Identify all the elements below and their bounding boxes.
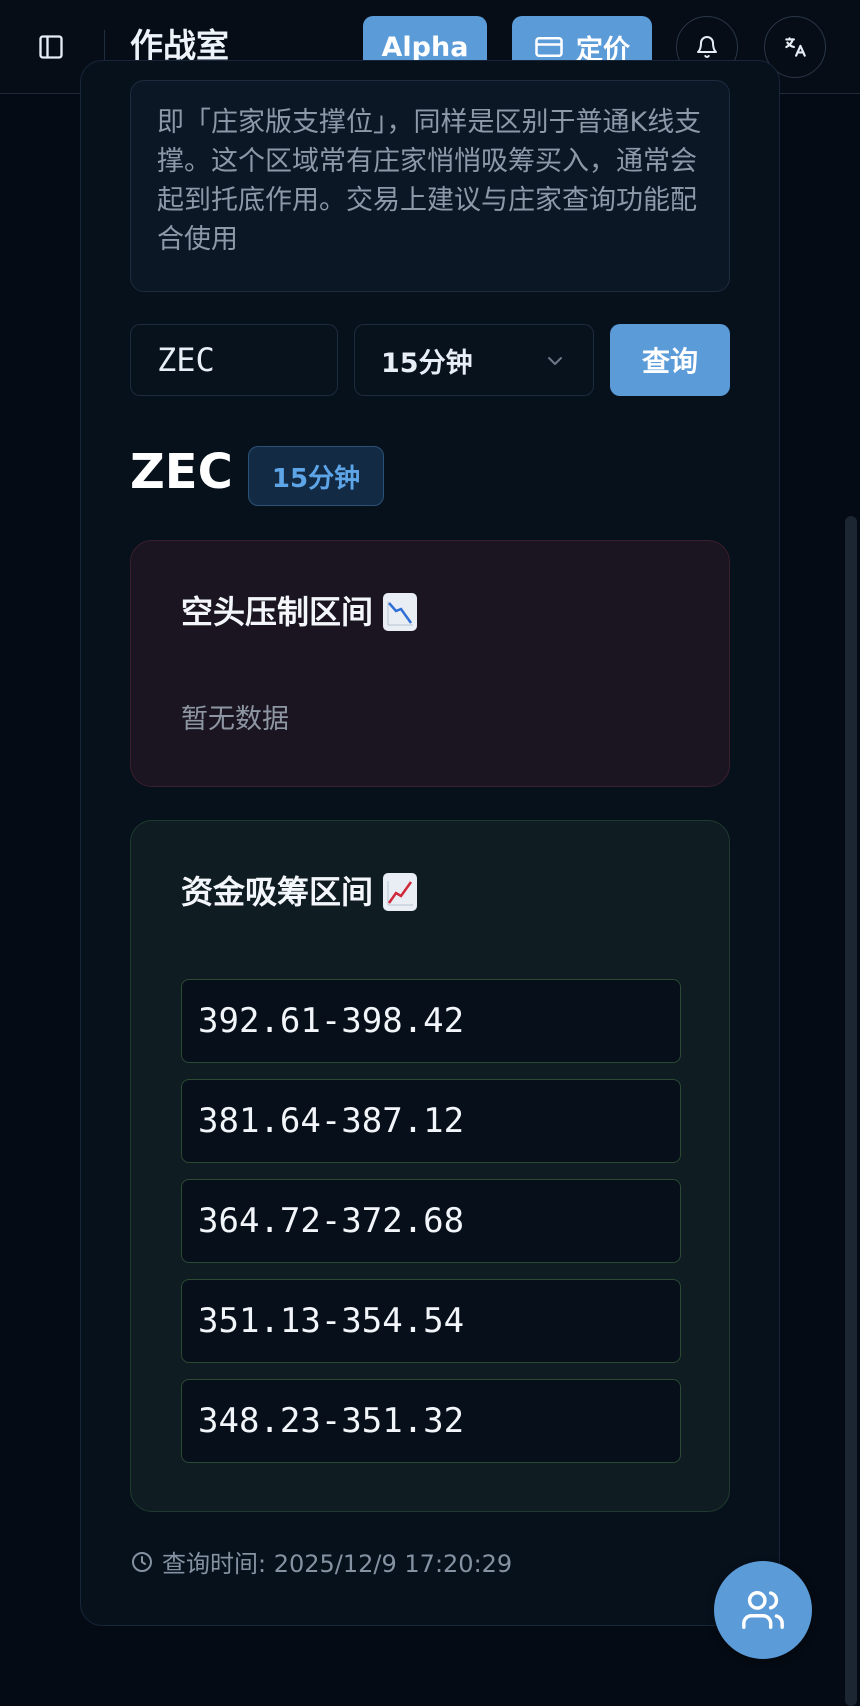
sidebar-toggle-icon[interactable] (36, 32, 66, 62)
query-time-text: 查询时间: 2025/12/9 17:20:29 (162, 1550, 513, 1578)
range-item: 381.64-387.12 (181, 1079, 681, 1163)
range-item: 364.72-372.68 (181, 1179, 681, 1263)
short-zone-title: 空头压制区间 (181, 591, 418, 633)
short-zone-empty-text: 暂无数据 (181, 704, 289, 735)
result-symbol: ZEC (130, 444, 233, 500)
range-item: 392.61-398.42 (181, 979, 681, 1063)
description-text: 即「庄家版支撑位」，同样是区别于普通K线支撑。这个区域常有庄家悄悄吸筹买入，通常… (157, 107, 702, 255)
clock-icon (132, 1551, 152, 1572)
chevron-down-icon (548, 357, 562, 365)
topbar-divider (104, 30, 105, 64)
range-item: 348.23-351.32 (181, 1379, 681, 1463)
scrollbar-thumb[interactable] (845, 516, 857, 1706)
long-zone-title: 资金吸筹区间 (181, 871, 418, 913)
bell-icon (697, 36, 717, 58)
query-button-label: 查询 (641, 345, 698, 378)
interval-badge: 15分钟 (248, 446, 384, 506)
card-icon (535, 37, 563, 57)
users-icon (742, 1591, 784, 1629)
chart-increasing-icon (383, 873, 418, 911)
accumulation-zone-card: 资金吸筹区间 392.61-398.42 381.64-387.12 364.7… (130, 820, 730, 1512)
short-zone-title-text: 空头压制区间 (181, 593, 374, 631)
symbol-input[interactable] (130, 324, 338, 396)
short-pressure-zone-card: 空头压制区间 暂无数据 (130, 540, 730, 787)
range-item: 351.13-354.54 (181, 1279, 681, 1363)
chart-decreasing-icon (383, 593, 418, 631)
community-button[interactable] (714, 1561, 812, 1659)
translate-icon (785, 37, 806, 57)
interval-select[interactable]: 15分钟 (354, 324, 594, 396)
alpha-button-label: Alpha (381, 31, 469, 63)
description-box: 即「庄家版支撑位」，同样是区别于普通K线支撑。这个区域常有庄家悄悄吸筹买入，通常… (130, 80, 730, 292)
query-button[interactable]: 查询 (610, 324, 730, 396)
long-zone-title-text: 资金吸筹区间 (181, 873, 374, 911)
query-time: 查询时间: 2025/12/9 17:20:29 (130, 1544, 512, 1579)
interval-select-value: 15分钟 (381, 347, 473, 379)
